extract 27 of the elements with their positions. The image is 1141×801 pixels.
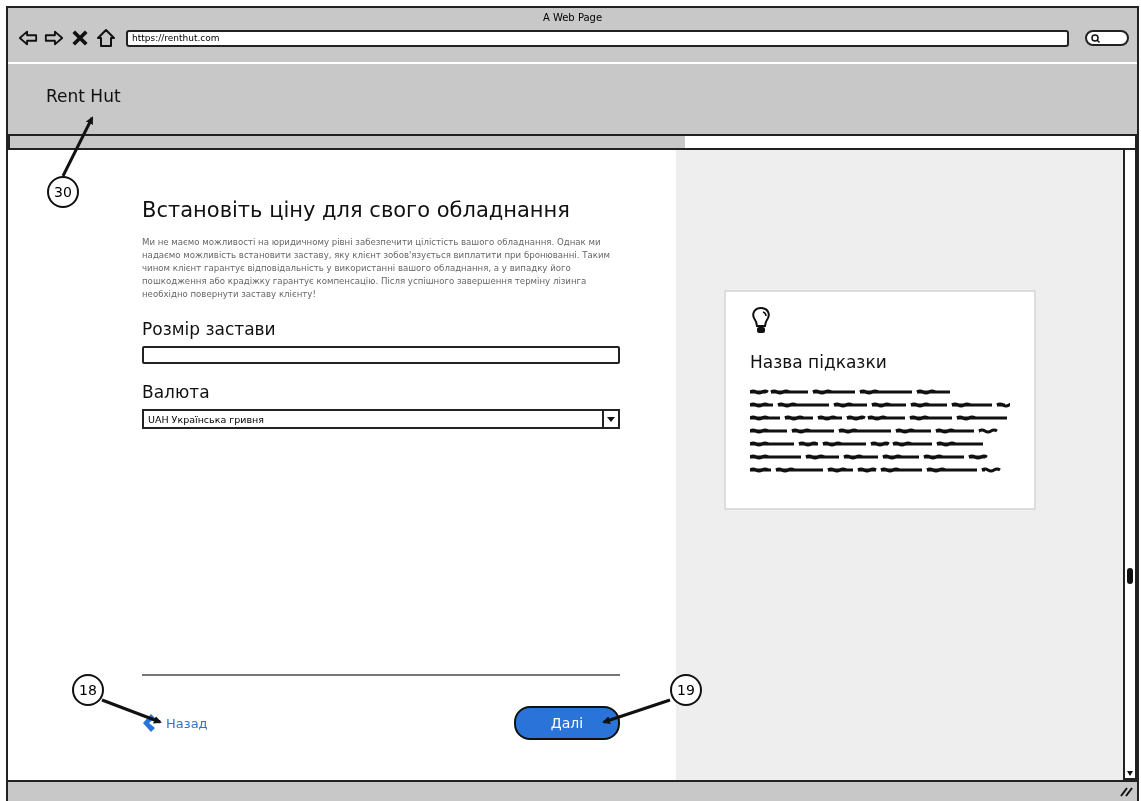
- next-button[interactable]: Далі: [514, 706, 620, 740]
- back-link[interactable]: Назад: [142, 713, 208, 733]
- dropdown-value: UAH Українська гривня: [148, 413, 265, 425]
- scrollbar[interactable]: [1123, 150, 1137, 780]
- dropdown-field[interactable]: UAH Українська гривня: [142, 409, 620, 429]
- forward-arrow-icon[interactable]: [44, 28, 64, 48]
- caret-icon[interactable]: [602, 411, 618, 427]
- field-label: Валюта: [142, 382, 211, 402]
- input-field[interactable]: [142, 346, 620, 364]
- home-icon[interactable]: [96, 28, 116, 48]
- down-arrow-icon[interactable]: [1125, 768, 1135, 778]
- leader-arrow: [61, 116, 94, 177]
- window-title: A Web Page: [541, 11, 604, 25]
- page-heading: Встановіть ціну для свого обладнання: [142, 198, 571, 222]
- leader-arrow: [602, 698, 671, 724]
- tip-title: Назва підказки: [750, 352, 888, 372]
- site-logo[interactable]: Rent Hut: [46, 86, 121, 106]
- search-field[interactable]: [1085, 30, 1129, 46]
- lightbulb-icon: [750, 306, 772, 336]
- scroll-thumb[interactable]: [1127, 568, 1133, 584]
- field-label: Розмір застави: [142, 319, 277, 339]
- search-icon: [1091, 33, 1100, 43]
- description-text: Ми не маємо можливості на юридичному рівні забезпечити цілістість вашого обладнання. Однак ми надаємо можливість встановити заставу, яку клієнт зобов'язується виплатити при бронюванні. Таким чином клієнт гарантує відповідальність у використанні вашого обладнання, а у випадку його пошкодження або крадіжку гарантує компенсацію. Після успішного завершення терміну лізинга необхідно повернути заставу клієнту!: [142, 236, 611, 301]
- back-arrow-icon[interactable]: [18, 28, 38, 48]
- url-field[interactable]: https://renthut.com: [126, 29, 1069, 47]
- close-icon[interactable]: [70, 28, 90, 48]
- leader-arrow: [101, 698, 162, 724]
